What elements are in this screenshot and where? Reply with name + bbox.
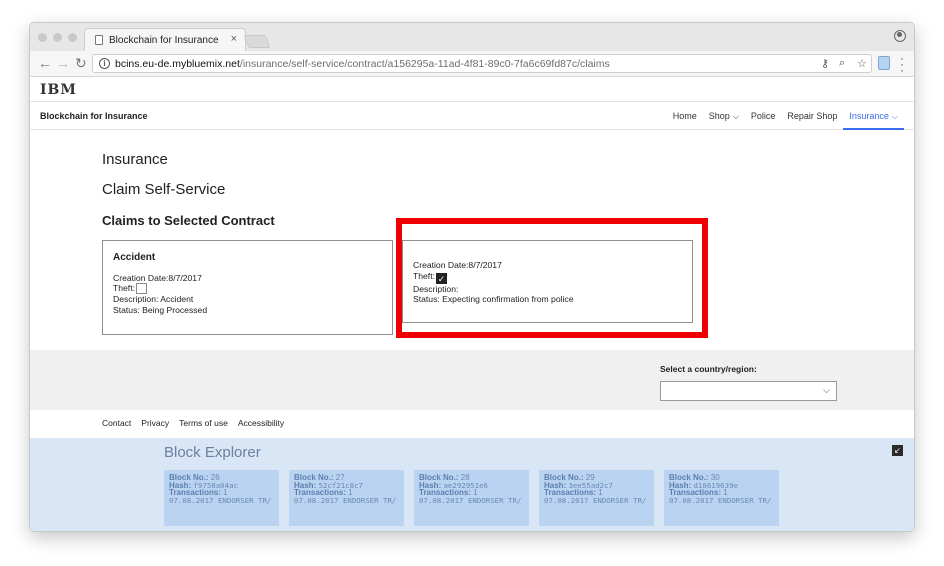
- block-card[interactable]: Block No.: 30 Hash: d18619639e Transacti…: [664, 470, 779, 526]
- footer-link-accessibility[interactable]: Accessibility: [238, 418, 284, 428]
- url-text[interactable]: bcins.eu-de.mybluemix.net/insurance/self…: [115, 58, 610, 70]
- brand-title[interactable]: Blockchain for Insurance: [40, 111, 148, 121]
- new-tab-button[interactable]: [243, 35, 271, 48]
- chevron-down-icon: ⌵: [891, 112, 898, 121]
- claim-theft: Theft:: [113, 283, 382, 294]
- claim-creation-date: Creation Date:8/7/2017: [113, 272, 202, 283]
- nav-police[interactable]: Police: [745, 103, 782, 130]
- browser-window: Blockchain for Insurance × ← → ↻ i bcins…: [29, 22, 915, 532]
- tab-bar: Blockchain for Insurance ×: [30, 23, 914, 51]
- claim-description: Description: Accident: [113, 294, 194, 304]
- key-icon[interactable]: ⚷: [821, 57, 829, 70]
- nav-repair-shop[interactable]: Repair Shop: [781, 103, 843, 130]
- footer-link-terms[interactable]: Terms of use: [179, 418, 228, 428]
- claim-title: Accident: [113, 252, 156, 263]
- footer-links: Contact Privacy Terms of use Accessibili…: [102, 418, 284, 428]
- footer-link-contact[interactable]: Contact: [102, 418, 131, 428]
- tab-title: Blockchain for Insurance: [109, 35, 219, 46]
- block-explorer: Block Explorer ↙ Block No.: 26 Hash: f97…: [30, 438, 914, 531]
- zoom-icon[interactable]: ⌕: [839, 57, 845, 70]
- nav-shop[interactable]: Shop ⌵: [703, 103, 745, 130]
- block-card[interactable]: Block No.: 28 Hash: ae292951e6 Transacti…: [414, 470, 529, 526]
- back-arrow-icon[interactable]: ←: [38, 54, 52, 72]
- page-subtitle: Claim Self-Service: [102, 181, 226, 198]
- browser-tab[interactable]: Blockchain for Insurance ×: [84, 28, 246, 51]
- claim-status: Status: Being Processed: [113, 304, 208, 315]
- country-select-label: Select a country/region:: [660, 364, 757, 374]
- address-bar[interactable]: i bcins.eu-de.mybluemix.net/insurance/se…: [92, 54, 872, 73]
- collapse-icon[interactable]: ↙: [892, 445, 903, 456]
- ibm-header: IBM: [30, 78, 914, 102]
- minimize-window-button[interactable]: [53, 33, 62, 42]
- theft-checkbox[interactable]: [135, 283, 147, 294]
- section-title: Claims to Selected Contract: [102, 213, 275, 228]
- block-card[interactable]: Block No.: 26 Hash: f9758a04ac Transacti…: [164, 470, 279, 526]
- block-explorer-title: Block Explorer: [164, 444, 261, 461]
- claim-card-accident: Accident Creation Date:8/7/2017 Theft: D…: [102, 240, 393, 335]
- country-select[interactable]: ⌵: [660, 381, 837, 401]
- menu-dots-icon[interactable]: · · ·: [900, 52, 904, 76]
- bookmark-star-icon[interactable]: ☆: [857, 57, 867, 70]
- ibm-logo[interactable]: IBM: [40, 82, 77, 98]
- site-header: Blockchain for Insurance Home Shop ⌵ Poli…: [30, 103, 914, 130]
- nav-insurance[interactable]: Insurance ⌵: [843, 103, 904, 130]
- page-title: Insurance: [102, 151, 168, 168]
- document-icon: [95, 35, 103, 45]
- profile-icon[interactable]: [894, 30, 906, 42]
- extension-icon[interactable]: [878, 56, 890, 70]
- reload-icon[interactable]: ↻: [75, 54, 87, 72]
- block-card[interactable]: Block No.: 29 Hash: 3ee55ad2c7 Transacti…: [539, 470, 654, 526]
- block-card[interactable]: Block No.: 27 Hash: 52cf21c8c7 Transacti…: [289, 470, 404, 526]
- browser-toolbar: ← → ↻ i bcins.eu-de.mybluemix.net/insura…: [30, 51, 914, 77]
- top-navigation: Home Shop ⌵ Police Repair Shop Insurance ⌵: [667, 103, 904, 130]
- highlight-box: [396, 218, 708, 338]
- page-content: IBM Blockchain for Insurance Home Shop ⌵ …: [30, 78, 914, 531]
- footer-region-band: Select a country/region: ⌵: [30, 350, 914, 410]
- maximize-window-button[interactable]: [68, 33, 77, 42]
- close-window-button[interactable]: [38, 33, 47, 42]
- info-icon[interactable]: i: [99, 58, 110, 69]
- nav-home[interactable]: Home: [667, 103, 703, 130]
- chevron-down-icon: ⌵: [823, 385, 830, 395]
- footer-link-privacy[interactable]: Privacy: [141, 418, 169, 428]
- chevron-down-icon: ⌵: [732, 112, 739, 121]
- tab-close-icon[interactable]: ×: [231, 33, 237, 45]
- forward-arrow-icon[interactable]: →: [56, 54, 70, 72]
